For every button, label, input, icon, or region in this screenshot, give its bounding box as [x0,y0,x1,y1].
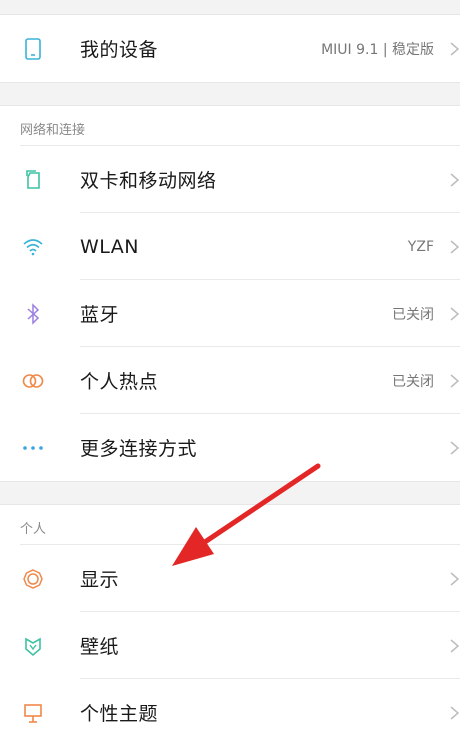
my-device-row[interactable]: 我的设备 MIUI 9.1 | 稳定版 [0,15,460,82]
row-label: 显示 [80,569,120,591]
personal-hotspot-row[interactable]: 个人热点 已关闭 [0,347,460,414]
personal-card: 显示 壁纸 个性主题 [0,545,460,746]
hotspot-icon [20,368,46,394]
wlan-row[interactable]: WLAN YZF [0,213,460,280]
chevron-right-icon [450,440,460,455]
chevron-right-icon [450,571,460,586]
section-header-network: 网络和连接 [0,105,460,146]
more-connections-row[interactable]: 更多连接方式 [0,414,460,481]
chevron-right-icon [450,172,460,187]
network-card: 双卡和移动网络 WLAN YZF 蓝牙 已关闭 个人热点 已关闭 更多连接方式 [0,146,460,481]
section-title: 网络和连接 [20,123,86,138]
row-label: 壁纸 [80,636,120,658]
row-label: WLAN [80,235,140,258]
row-label: 个人热点 [80,371,159,393]
themes-row[interactable]: 个性主题 [0,679,460,746]
row-label: 蓝牙 [80,304,120,326]
chevron-right-icon [450,41,460,56]
row-label: 个性主题 [80,703,159,725]
display-row[interactable]: 显示 [0,545,460,612]
my-device-version: MIUI 9.1 | 稳定版 [321,41,434,58]
chevron-right-icon [450,638,460,653]
wlan-ssid: YZF [407,238,434,255]
theme-icon [20,700,46,726]
brightness-icon [20,566,46,592]
my-device-label: 我的设备 [80,39,159,61]
section-header-personal: 个人 [0,504,460,545]
bluetooth-row[interactable]: 蓝牙 已关闭 [0,280,460,347]
top-spacer [0,0,460,15]
phone-icon [20,36,46,62]
sim-card-icon [20,167,46,193]
hotspot-status: 已关闭 [392,373,434,390]
chevron-right-icon [450,306,460,321]
sim-mobile-network-row[interactable]: 双卡和移动网络 [0,146,460,213]
bluetooth-icon [20,301,46,327]
more-dots-icon [20,435,46,461]
bluetooth-status: 已关闭 [392,306,434,323]
wallpaper-row[interactable]: 壁纸 [0,612,460,679]
section-title: 个人 [20,522,47,537]
section-gap [0,82,460,105]
row-label: 双卡和移动网络 [80,170,217,192]
wallpaper-icon [20,633,46,659]
wifi-icon [20,234,46,260]
chevron-right-icon [450,373,460,388]
row-label: 更多连接方式 [80,438,198,460]
section-gap [0,481,460,504]
chevron-right-icon [450,239,460,254]
device-card: 我的设备 MIUI 9.1 | 稳定版 [0,15,460,82]
